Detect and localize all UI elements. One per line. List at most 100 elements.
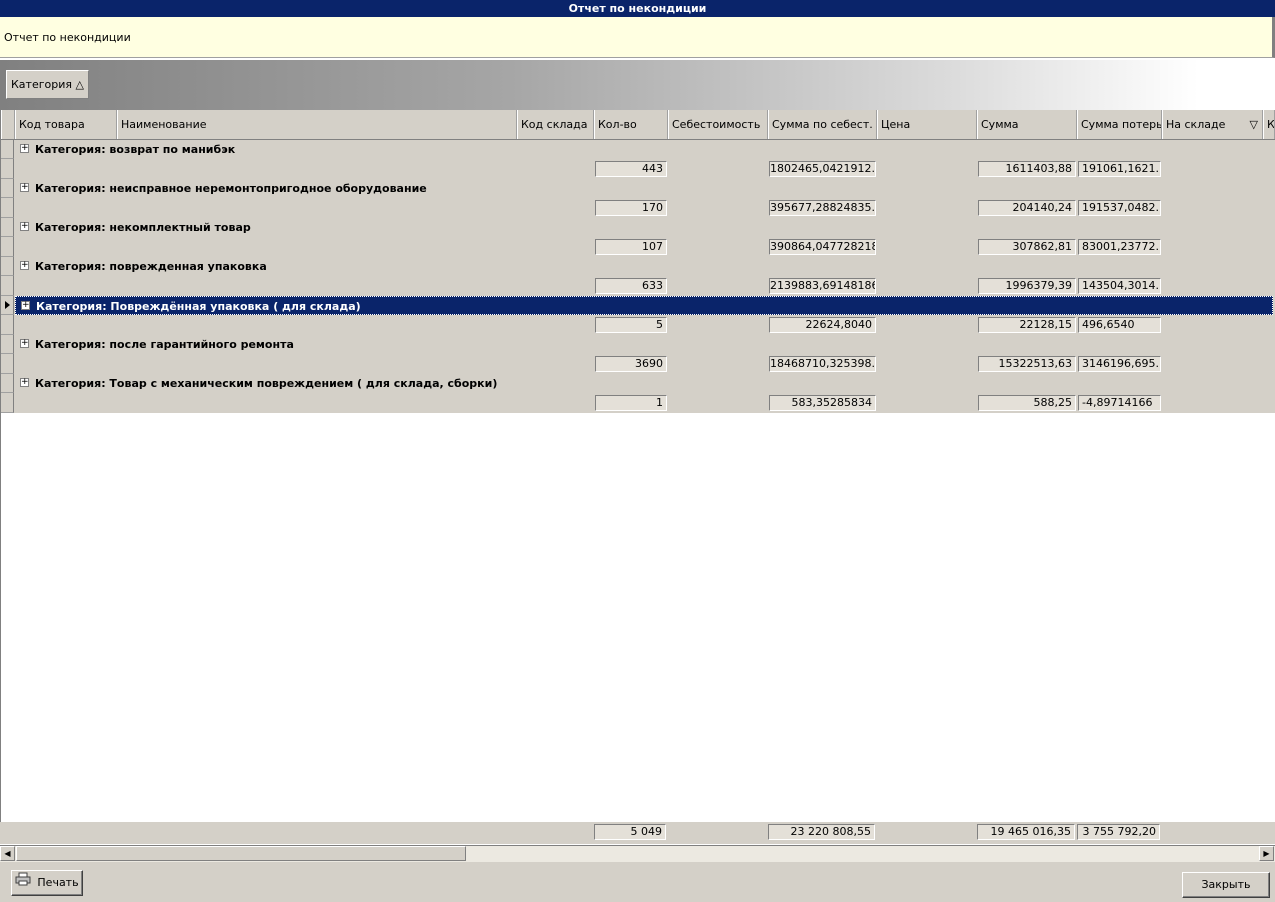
group-loss: 3146196,695... bbox=[1078, 356, 1161, 372]
column-header-loss[interactable]: Сумма потерь bbox=[1077, 110, 1162, 139]
group-loss: 496,6540 bbox=[1078, 317, 1161, 333]
group-title[interactable]: + Категория: некомплектный товар bbox=[15, 218, 1273, 237]
filter-dropdown-icon[interactable]: ▽ bbox=[1250, 110, 1258, 139]
row-indicator[interactable] bbox=[1, 276, 14, 296]
column-header-warehouse[interactable]: Код склада bbox=[517, 110, 594, 139]
group-title-text: Категория: некомплектный товар bbox=[35, 221, 251, 234]
column-header-code[interactable]: Код товара bbox=[15, 110, 117, 139]
group-sum-cost: 22624,8040 bbox=[769, 317, 876, 333]
column-header-stock[interactable]: На складе ▽ bbox=[1162, 110, 1263, 139]
group-title[interactable]: + Категория: поврежденная упаковка bbox=[15, 257, 1273, 276]
group-row[interactable]: + Категория: поврежденная упаковка bbox=[1, 257, 1275, 276]
group-loss: 191537,0482... bbox=[1078, 200, 1161, 216]
group-title[interactable]: + Категория: возврат по манибэк bbox=[15, 140, 1273, 159]
row-indicator[interactable] bbox=[1, 140, 14, 159]
group-summary-row: 1 583,35285834 588,25 -4,89714166 bbox=[1, 393, 1275, 413]
group-sum-cost: 583,35285834 bbox=[769, 395, 876, 411]
group-title[interactable]: + Категория: после гарантийного ремонта bbox=[15, 335, 1273, 354]
group-quantity: 170 bbox=[595, 200, 667, 216]
column-header-sum[interactable]: Сумма bbox=[977, 110, 1077, 139]
row-indicator[interactable] bbox=[1, 198, 14, 218]
group-title-text: Категория: Повреждённая упаковка ( для с… bbox=[36, 300, 361, 313]
column-header-sum-cost[interactable]: Сумма по себест. bbox=[768, 110, 877, 139]
scroll-left-arrow-icon[interactable]: ◀ bbox=[0, 846, 15, 861]
group-row[interactable]: + Категория: некомплектный товар bbox=[1, 218, 1275, 237]
row-indicator[interactable] bbox=[1, 237, 14, 257]
group-chip-label: Категория bbox=[11, 78, 72, 91]
column-header-cost[interactable]: Себестоимость bbox=[668, 110, 768, 139]
row-indicator[interactable] bbox=[1, 159, 14, 179]
row-indicator[interactable] bbox=[1, 179, 14, 198]
group-row[interactable]: + Категория: после гарантийного ремонта bbox=[1, 335, 1275, 354]
group-row[interactable]: + Категория: Товар с механическим поврежд… bbox=[1, 374, 1275, 393]
group-summary-row: 3690 18468710,325398... 15322513,63 3146196… bbox=[1, 354, 1275, 374]
print-button[interactable]: Печать bbox=[11, 870, 83, 896]
scroll-right-arrow-icon[interactable]: ▶ bbox=[1259, 846, 1274, 861]
group-loss: 191061,1621... bbox=[1078, 161, 1161, 177]
row-indicator[interactable] bbox=[1, 335, 14, 354]
sort-ascending-icon: △ bbox=[75, 78, 84, 91]
group-summary-row: 170 395677,28824835... 204140,24 191537,048… bbox=[1, 198, 1275, 218]
group-loss: -4,89714166 bbox=[1078, 395, 1161, 411]
column-header-price[interactable]: Цена bbox=[877, 110, 977, 139]
group-title-text: Категория: после гарантийного ремонта bbox=[35, 338, 294, 351]
close-button-label: Закрыть bbox=[1201, 878, 1251, 891]
group-chip-category[interactable]: Категория △ bbox=[6, 70, 89, 99]
group-sum-cost: 390864,0477282180 bbox=[769, 239, 876, 255]
group-title[interactable]: + Категория: Товар с механическим поврежд… bbox=[15, 374, 1273, 393]
data-grid[interactable]: Код товара Наименование Код склада Кол-в… bbox=[0, 110, 1275, 822]
scrollbar-thumb[interactable] bbox=[16, 846, 466, 861]
group-sum: 204140,24 bbox=[978, 200, 1076, 216]
group-loss: 143504,3014... bbox=[1078, 278, 1161, 294]
total-sum: 19 465 016,35 bbox=[977, 824, 1075, 840]
group-sum-cost: 2139883,69148186 bbox=[769, 278, 876, 294]
row-indicator[interactable] bbox=[1, 257, 14, 276]
total-loss: 3 755 792,20 bbox=[1077, 824, 1160, 840]
group-row[interactable]: + Категория: возврат по манибэк bbox=[1, 140, 1275, 159]
plus-icon[interactable]: + bbox=[20, 183, 29, 192]
horizontal-scrollbar[interactable]: ◀ ▶ bbox=[0, 845, 1275, 862]
close-button[interactable]: Закрыть bbox=[1182, 872, 1270, 898]
group-title[interactable]: + Категория: Повреждённая упаковка ( для … bbox=[15, 296, 1273, 315]
plus-icon[interactable]: + bbox=[20, 339, 29, 348]
current-row-pointer-icon bbox=[5, 301, 10, 309]
group-by-area[interactable]: Категория △ bbox=[0, 60, 1275, 110]
column-header-name[interactable]: Наименование bbox=[117, 110, 517, 139]
report-header-panel: Отчет по некондиции bbox=[0, 17, 1275, 58]
group-quantity: 5 bbox=[595, 317, 667, 333]
plus-icon[interactable]: + bbox=[20, 222, 29, 231]
window-title-bar: Отчет по некондиции bbox=[0, 0, 1275, 17]
plus-icon[interactable]: + bbox=[20, 144, 29, 153]
row-indicator[interactable] bbox=[1, 218, 14, 237]
group-quantity: 443 bbox=[595, 161, 667, 177]
group-quantity: 633 bbox=[595, 278, 667, 294]
column-header-more[interactable]: К bbox=[1263, 110, 1275, 139]
grid-totals-row: 5 049 23 220 808,55 19 465 016,35 3 755 … bbox=[0, 822, 1275, 844]
row-indicator[interactable] bbox=[1, 393, 14, 413]
group-sum-cost: 18468710,325398... bbox=[769, 356, 876, 372]
column-header-quantity[interactable]: Кол-во bbox=[594, 110, 668, 139]
header-indicator-cell bbox=[1, 110, 15, 139]
plus-icon[interactable]: + bbox=[20, 261, 29, 270]
group-quantity: 107 bbox=[595, 239, 667, 255]
group-quantity: 3690 bbox=[595, 356, 667, 372]
group-title-text: Категория: возврат по манибэк bbox=[35, 143, 236, 156]
group-sum: 307862,81 bbox=[978, 239, 1076, 255]
printer-icon bbox=[15, 871, 31, 895]
row-indicator[interactable] bbox=[1, 315, 14, 335]
plus-icon[interactable]: + bbox=[21, 301, 30, 310]
window-title: Отчет по некондиции bbox=[568, 2, 707, 15]
group-title[interactable]: + Категория: неисправное неремонтопригодн… bbox=[15, 179, 1273, 198]
plus-icon[interactable]: + bbox=[20, 378, 29, 387]
row-indicator[interactable] bbox=[1, 296, 14, 315]
group-title-text: Категория: поврежденная упаковка bbox=[35, 260, 267, 273]
row-indicator[interactable] bbox=[1, 354, 14, 374]
group-sum: 588,25 bbox=[978, 395, 1076, 411]
total-sum-cost: 23 220 808,55 bbox=[768, 824, 875, 840]
group-sum: 22128,15 bbox=[978, 317, 1076, 333]
group-title-text: Категория: неисправное неремонтопригодно… bbox=[35, 182, 427, 195]
group-row[interactable]: + Категория: Повреждённая упаковка ( для … bbox=[1, 296, 1275, 315]
row-indicator[interactable] bbox=[1, 374, 14, 393]
group-sum-cost: 395677,28824835... bbox=[769, 200, 876, 216]
group-row[interactable]: + Категория: неисправное неремонтопригодн… bbox=[1, 179, 1275, 198]
